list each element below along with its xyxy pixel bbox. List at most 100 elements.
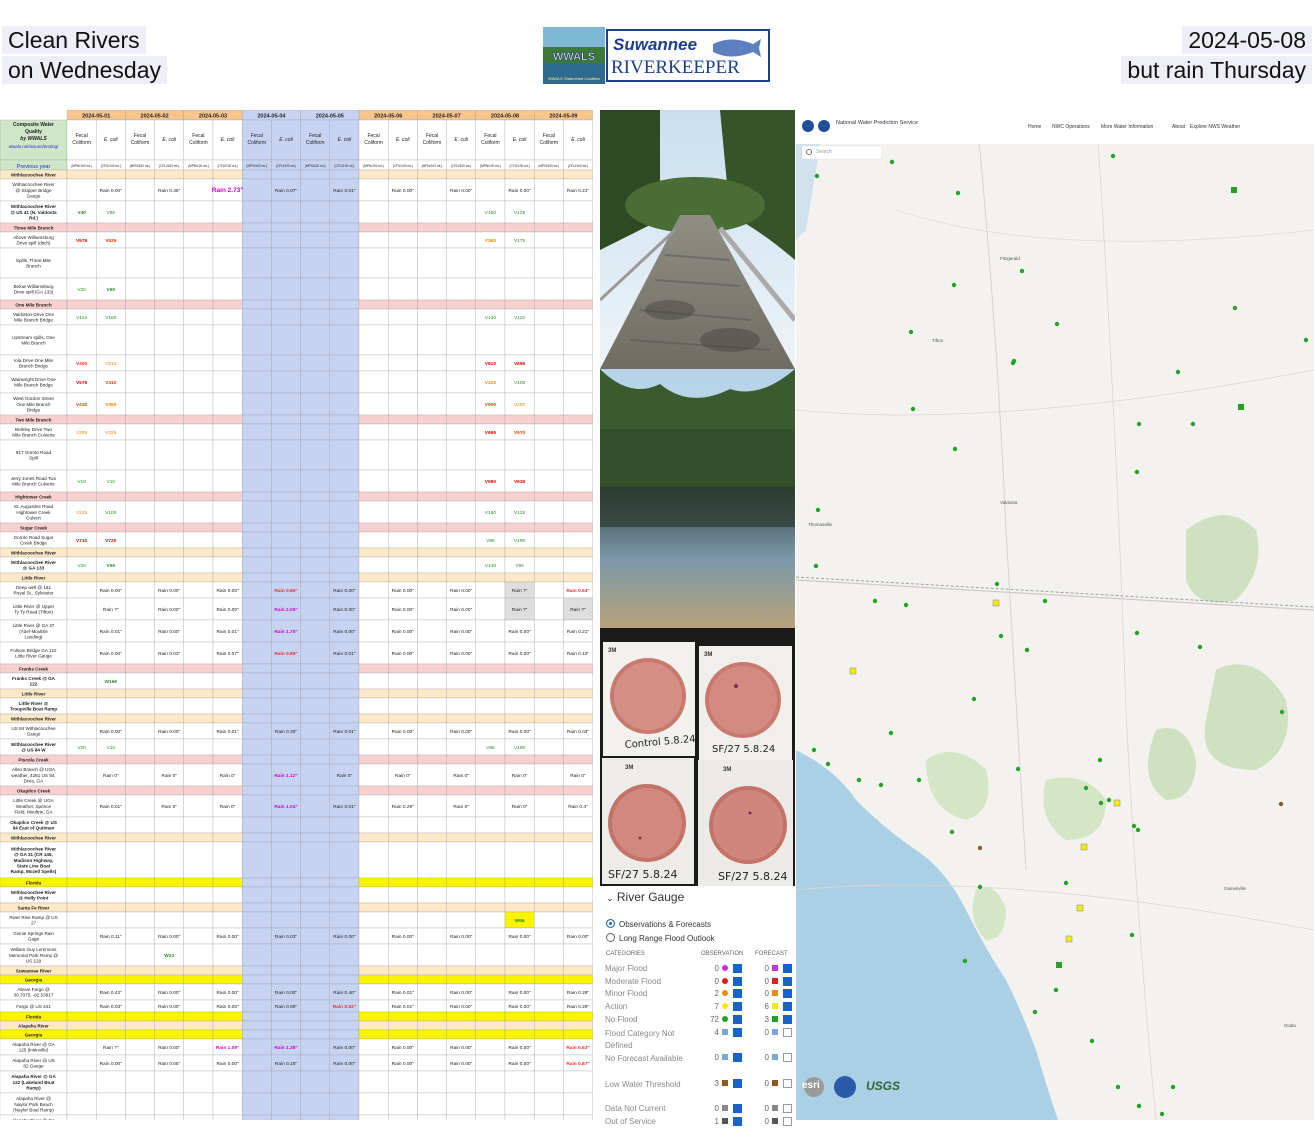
gauge-marker-no-flood[interactable] <box>955 190 961 196</box>
gauge-marker-no-flood[interactable] <box>908 329 914 335</box>
gauge-marker-action[interactable] <box>1080 843 1088 851</box>
gauge-marker-no-flood[interactable] <box>1303 337 1309 343</box>
forecast-checkbox[interactable] <box>783 1104 792 1113</box>
forecast-checkbox[interactable] <box>783 1116 792 1126</box>
observation-checkbox[interactable] <box>733 976 742 986</box>
observation-checkbox[interactable] <box>733 1014 742 1024</box>
gauge-marker-no-flood[interactable] <box>1011 358 1017 364</box>
observation-checkbox[interactable] <box>733 1104 742 1113</box>
gauge-marker-no-flood-forecast[interactable] <box>1238 404 1244 410</box>
radio-long-range-outlook[interactable]: Long Range Flood Outlook <box>606 933 715 943</box>
forecast-checkbox[interactable] <box>783 1027 792 1037</box>
gauge-marker-no-flood[interactable] <box>1110 153 1116 159</box>
gauge-marker-no-flood[interactable] <box>1115 1084 1121 1090</box>
site-title[interactable]: National Water Prediction Service <box>836 120 918 126</box>
gauge-marker-no-flood[interactable] <box>856 777 862 783</box>
forecast-checkbox[interactable] <box>783 964 792 973</box>
gauge-marker-no-flood[interactable] <box>1134 469 1140 475</box>
gauge-marker-low-water[interactable] <box>977 845 983 851</box>
observation-checkbox[interactable] <box>733 1002 742 1012</box>
gauge-marker-no-flood[interactable] <box>1197 644 1203 650</box>
forecast-checkbox[interactable] <box>783 1053 792 1062</box>
gauge-marker-action[interactable] <box>1065 935 1073 943</box>
gauge-marker-no-flood[interactable] <box>916 777 922 783</box>
gauge-marker-no-flood[interactable] <box>1015 766 1021 772</box>
gauge-marker-no-flood[interactable] <box>1053 987 1059 993</box>
gauge-marker-action[interactable] <box>1076 904 1084 912</box>
gauge-marker-no-flood[interactable] <box>1279 709 1285 715</box>
gauge-marker-no-flood[interactable] <box>1042 598 1048 604</box>
gauge-marker-no-flood[interactable] <box>1098 800 1104 806</box>
gauge-marker-no-flood[interactable] <box>878 782 884 788</box>
map-canvas[interactable] <box>796 110 1314 1120</box>
gauge-marker-no-flood[interactable] <box>971 696 977 702</box>
gauge-marker-no-flood[interactable] <box>1135 827 1141 833</box>
gauge-marker-no-flood[interactable] <box>1089 1038 1095 1044</box>
river-gauge-title[interactable]: ⌄ River Gauge <box>606 890 684 904</box>
observation-checkbox[interactable] <box>733 1078 742 1088</box>
nav-link[interactable]: Home <box>1028 124 1041 130</box>
forecast-checkbox[interactable] <box>783 976 792 986</box>
gauge-marker-no-flood[interactable] <box>1083 785 1089 791</box>
gauge-marker-no-flood[interactable] <box>811 747 817 753</box>
forecast-checkbox[interactable] <box>783 1002 792 1012</box>
gauge-marker-low-water[interactable] <box>1278 801 1284 807</box>
gauge-marker-no-flood[interactable] <box>825 761 831 767</box>
gauge-marker-no-flood[interactable] <box>1054 321 1060 327</box>
gauge-marker-no-flood[interactable] <box>951 282 957 288</box>
observation-checkbox[interactable] <box>733 964 742 973</box>
gauge-marker-no-flood[interactable] <box>1134 630 1140 636</box>
gauge-marker-no-flood-forecast[interactable] <box>1056 962 1062 968</box>
gauge-marker-no-flood[interactable] <box>998 633 1004 639</box>
gauge-marker-no-flood[interactable] <box>815 507 821 513</box>
gauge-marker-action[interactable] <box>992 599 1000 607</box>
nav-link[interactable]: Explore NWS Weather <box>1190 124 1240 130</box>
gauge-marker-no-flood[interactable] <box>814 173 820 179</box>
observation-checkbox[interactable] <box>733 1027 742 1037</box>
forecast-checkbox[interactable] <box>783 1078 792 1088</box>
nav-link[interactable]: About <box>1172 124 1185 130</box>
forecast-checkbox[interactable] <box>783 1014 792 1024</box>
gauge-marker-no-flood[interactable] <box>1129 932 1135 938</box>
gauge-marker-no-flood[interactable] <box>977 884 983 890</box>
nav-link[interactable]: More Water Information <box>1101 124 1153 130</box>
gauge-marker-no-flood[interactable] <box>903 602 909 608</box>
observation-checkbox[interactable] <box>733 1053 742 1062</box>
gauge-marker-no-flood[interactable] <box>1136 421 1142 427</box>
gauge-marker-no-flood[interactable] <box>1097 757 1103 763</box>
gauge-marker-no-flood[interactable] <box>949 829 955 835</box>
gauge-marker-no-flood[interactable] <box>1136 1103 1142 1109</box>
gauge-marker-no-flood[interactable] <box>1019 268 1025 274</box>
observation-checkbox[interactable] <box>733 1116 742 1126</box>
gauge-marker-no-flood[interactable] <box>888 730 894 736</box>
gauge-marker-no-flood[interactable] <box>1170 1084 1176 1090</box>
nwps-map[interactable]: National Water Prediction Service Home NW… <box>796 110 1314 1120</box>
gauge-marker-no-flood[interactable] <box>889 159 895 165</box>
radio-observations-forecasts[interactable]: Observations & Forecasts <box>606 919 711 929</box>
search-input[interactable]: Search <box>816 149 832 155</box>
gauge-marker-no-flood[interactable] <box>1032 1009 1038 1015</box>
gauge-marker-no-flood[interactable] <box>1063 880 1069 886</box>
gauge-marker-no-flood[interactable] <box>910 406 916 412</box>
gauge-marker-no-flood[interactable] <box>1106 797 1112 803</box>
gauge-marker-no-flood[interactable] <box>1232 305 1238 311</box>
gauge-marker-action[interactable] <box>1113 799 1121 807</box>
table-cell <box>300 832 330 843</box>
gauge-marker-no-flood[interactable] <box>1190 421 1196 427</box>
gauge-marker-action[interactable] <box>849 667 857 675</box>
gauge-marker-no-flood-forecast[interactable] <box>1231 187 1237 193</box>
observation-checkbox[interactable] <box>733 989 742 999</box>
gauge-marker-no-flood[interactable] <box>994 581 1000 587</box>
forecast-checkbox[interactable] <box>783 989 792 999</box>
gauge-marker-no-flood[interactable] <box>1175 369 1181 375</box>
gauge-marker-no-flood[interactable] <box>1131 823 1137 829</box>
gauge-marker-no-flood[interactable] <box>1159 1111 1165 1117</box>
gauge-marker-no-flood[interactable] <box>813 563 819 569</box>
gauge-marker-no-flood[interactable] <box>872 598 878 604</box>
gauge-marker-no-flood[interactable] <box>1024 647 1030 653</box>
nav-link[interactable]: NWC Operations <box>1052 124 1090 130</box>
gauge-marker-no-flood[interactable] <box>952 446 958 452</box>
gauge-marker-no-flood[interactable] <box>962 958 968 964</box>
table-cell <box>125 169 155 180</box>
row-label: Sugar Creek <box>20 525 48 530</box>
